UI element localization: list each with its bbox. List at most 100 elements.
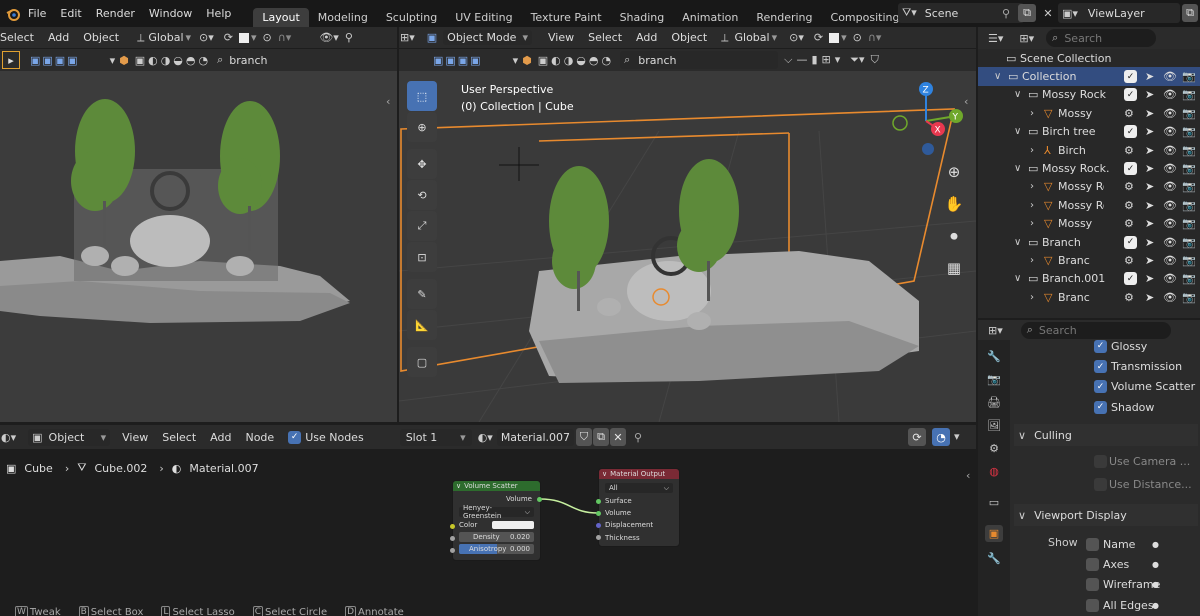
select-mode-icons[interactable]: ▣▣▣▣ — [30, 54, 80, 67]
culling-checkbox-row[interactable]: Use Camera ... — [1094, 450, 1192, 473]
selectable-icon[interactable]: ➤ — [1145, 88, 1154, 101]
camera-icon[interactable]: 📷 — [1182, 144, 1196, 157]
proportional-icon[interactable]: ⊙ — [263, 31, 272, 44]
material-output-node[interactable]: ∨ Material Output All ⌵ Surface Volume Dis… — [596, 468, 680, 547]
outliner-row[interactable]: › ▽ Branc ⚙ ➤ 👁 📷 — [978, 288, 1200, 306]
expand-icon[interactable]: ∨ — [1014, 163, 1021, 174]
tab-uv-editing[interactable]: UV Editing — [446, 8, 521, 27]
anisotropy-input-socket[interactable] — [450, 548, 455, 553]
scene-selector[interactable]: ⛛▾ Scene ⚲ — [898, 3, 1024, 23]
object-tab-icon[interactable]: ▣ — [984, 525, 1004, 542]
expand-icon[interactable]: › — [1030, 145, 1034, 156]
outliner-row[interactable]: › ⅄ Birch ⚙ ➤ 👁 📷 — [978, 141, 1200, 159]
selectable-icon[interactable]: ➤ — [1145, 217, 1154, 230]
render-tab-icon[interactable]: 📷 — [987, 373, 1001, 386]
display-checkbox[interactable] — [1086, 578, 1099, 592]
camera-icon[interactable]: 📷 — [1182, 199, 1196, 212]
color-input-socket[interactable] — [450, 524, 455, 529]
rotate-tool-icon[interactable]: ⟲ — [407, 180, 437, 210]
camera-icon[interactable]: 📷 — [1182, 180, 1196, 193]
expand-icon[interactable]: › — [1030, 181, 1034, 192]
input-socket[interactable] — [596, 522, 601, 528]
visibility-checkbox-row[interactable]: ✓ Glossy — [1094, 336, 1195, 356]
collapse-icon[interactable]: ∨ — [456, 482, 461, 490]
main-viewport[interactable]: User Perspective (0) Collection | Cube ⬚… — [399, 71, 976, 422]
modifier-icon[interactable]: ⚙ — [1124, 107, 1134, 120]
keyframe-dot-icon[interactable]: ● — [1152, 580, 1159, 589]
outliner-row[interactable]: ∨ ▭ Branch ✓ ➤ 👁 📷 — [978, 233, 1200, 251]
keyframe-dot-icon[interactable]: ● — [1152, 540, 1159, 549]
snap-icon[interactable]: ⟳ — [224, 31, 233, 44]
modifier-tab-icon[interactable]: 🔧 — [987, 552, 1001, 565]
viewport-display-panel[interactable]: ∨ Viewport Display — [1014, 504, 1198, 526]
expand-icon[interactable]: ∨ — [1014, 126, 1021, 137]
world-tab-icon[interactable]: ◍ — [989, 465, 999, 478]
use-nodes-checkbox[interactable]: ✓ — [288, 430, 302, 444]
select-tool-icon[interactable]: ⬚ — [407, 81, 437, 111]
outliner-row[interactable]: ∨ ▭ Collection ✓ ➤ 👁 📷 — [978, 67, 1200, 86]
node-menu-select[interactable]: Select — [162, 431, 196, 444]
selectable-icon[interactable]: ➤ — [1145, 125, 1154, 138]
delete-scene-icon[interactable]: ✕ — [1042, 4, 1054, 22]
tool-select-icon[interactable]: ▸ — [2, 51, 20, 69]
outliner-row[interactable]: › ▽ Mossy ⚙ ➤ 👁 📷 — [978, 104, 1200, 122]
camera-icon[interactable]: 📷 — [1182, 217, 1196, 230]
exclude-checkbox[interactable]: ✓ — [1124, 162, 1137, 176]
outliner-row[interactable]: ▭ Scene Collection — [978, 49, 1200, 67]
input-socket[interactable] — [596, 535, 601, 541]
camera-icon[interactable]: 📷 — [1182, 125, 1196, 138]
exclude-checkbox[interactable]: ✓ — [1124, 88, 1137, 102]
slot-dropdown[interactable]: Slot 1 ▾ — [399, 428, 472, 446]
editor-type-icon[interactable]: ⊞▾ — [988, 324, 1003, 337]
new-scene-icon[interactable]: ⧉ — [1018, 4, 1036, 22]
expand-icon[interactable]: ∨ — [1014, 273, 1021, 284]
main-view-menu-view[interactable]: View — [548, 31, 574, 44]
collapse-icon[interactable]: ∨ — [602, 470, 607, 478]
node-menu-view[interactable]: View — [122, 431, 148, 444]
display-checkbox-row[interactable]: Name ● — [1086, 534, 1186, 554]
color-swatch[interactable] — [492, 521, 534, 529]
left-transform-dropdown[interactable]: Global — [148, 31, 183, 44]
camera-icon[interactable]: 📷 — [1182, 70, 1196, 83]
left-view-menu-select[interactable]: Select — [0, 31, 34, 44]
menu-render[interactable]: Render — [96, 7, 135, 20]
menu-help[interactable]: Help — [206, 7, 231, 20]
tab-shading[interactable]: Shading — [611, 8, 674, 27]
shading-modes-icon[interactable]: ▣◐◑◒◓◔ — [135, 54, 211, 67]
modifier-icon[interactable]: ⚙ — [1124, 254, 1134, 267]
node-menu-add[interactable]: Add — [210, 431, 231, 444]
proportional-icon[interactable]: ⊙ — [853, 31, 862, 44]
selectable-icon[interactable]: ➤ — [1145, 107, 1154, 120]
move-tool-icon[interactable]: ✥ — [407, 149, 437, 179]
modifier-icon[interactable]: ⚙ — [1124, 180, 1134, 193]
main-search-input[interactable]: branch — [638, 54, 676, 67]
object-mode-dropdown[interactable]: Object Mode ▾ — [443, 30, 532, 45]
outliner-row[interactable]: › ▽ Mossy Ro ⚙ ➤ 👁 📷 — [978, 178, 1200, 196]
display-checkbox-row[interactable]: Axes ● — [1086, 554, 1186, 574]
expand-icon[interactable]: ∨ — [994, 71, 1001, 82]
main-transform-dropdown[interactable]: Global — [735, 31, 770, 44]
selectable-icon[interactable]: ➤ — [1145, 144, 1154, 157]
display-checkbox[interactable] — [1086, 598, 1099, 612]
output-tab-icon[interactable]: 🖨 — [987, 396, 1001, 409]
expand-icon[interactable]: › — [1030, 108, 1034, 119]
modifier-icon[interactable]: ⚙ — [1124, 291, 1134, 304]
output-target-dropdown[interactable]: All ⌵ — [605, 483, 673, 493]
culling-checkbox-row[interactable]: Use Distance... — [1094, 473, 1192, 496]
input-socket[interactable] — [596, 498, 601, 504]
visibility-checkbox[interactable]: ✓ — [1094, 360, 1107, 374]
expand-icon[interactable]: › — [1030, 292, 1034, 303]
display-mode-icon[interactable]: ⊞▾ — [1019, 32, 1034, 45]
falloff-icon[interactable]: ∩▾ — [278, 31, 292, 44]
visibility-checkbox-row[interactable]: ✓ Transmission — [1094, 356, 1195, 376]
display-checkbox-row[interactable]: All Edges ● — [1086, 595, 1186, 615]
left-viewport[interactable]: ‹ — [0, 71, 397, 422]
expand-icon[interactable]: ∨ — [1014, 237, 1021, 248]
snap-target-icon[interactable] — [829, 32, 840, 43]
main-search-box[interactable]: ⌕ branch — [620, 51, 779, 69]
visibility-checkbox[interactable]: ✓ — [1094, 380, 1107, 394]
falloff-icon[interactable]: ∩▾ — [868, 31, 882, 44]
outliner-row[interactable]: › ▽ Mossy ⚙ ➤ 👁 📷 — [978, 215, 1200, 233]
selectable-icon[interactable]: ➤ — [1145, 291, 1154, 304]
fake-user-icon[interactable]: ⛉ — [576, 428, 592, 446]
